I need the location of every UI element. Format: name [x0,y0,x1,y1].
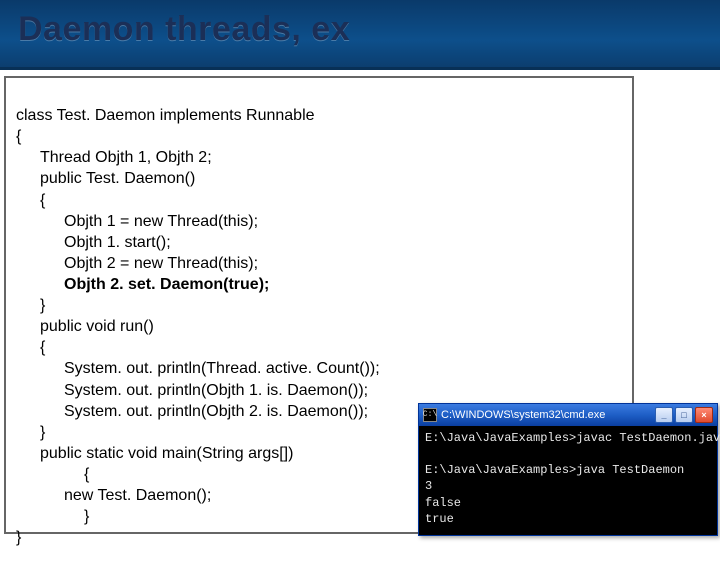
code-line: public Test. Daemon() [16,170,195,187]
maximize-button[interactable]: □ [675,407,693,423]
code-line: new Test. Daemon(); [16,487,211,504]
code-line: class Test. Daemon implements Runnable [16,107,315,124]
code-line: } [16,297,45,314]
code-line: { [16,128,21,145]
code-line: public static void main(String args[]) [16,445,293,462]
terminal-line: E:\Java\JavaExamples>java TestDaemon [425,463,684,477]
terminal-line: 3 [425,479,432,493]
code-line: { [16,466,89,483]
terminal-titlebar[interactable]: C:\ C:\WINDOWS\system32\cmd.exe _ □ × [419,404,717,426]
terminal-body[interactable]: E:\Java\JavaExamples>javac TestDaemon.ja… [419,426,717,535]
code-line: } [16,529,21,546]
code-line: { [16,339,45,356]
code-line: { [16,192,45,209]
window-buttons: _ □ × [655,407,713,423]
cmd-icon: C:\ [423,408,437,422]
terminal-window: C:\ C:\WINDOWS\system32\cmd.exe _ □ × E:… [418,403,718,536]
code-line: public void run() [16,318,154,335]
terminal-line: E:\Java\JavaExamples>javac TestDaemon.ja… [425,431,720,445]
code-line: Objth 1 = new Thread(this); [16,213,258,230]
terminal-title-text: C:\WINDOWS\system32\cmd.exe [441,409,651,421]
code-line: Objth 2 = new Thread(this); [16,255,258,272]
terminal-line: false [425,496,461,510]
code-line: } [16,424,45,441]
close-button[interactable]: × [695,407,713,423]
slide-title: Daemon threads, ex [18,10,702,49]
code-line-highlight: Objth 2. set. Daemon(true); [16,276,269,293]
code-line: System. out. println(Thread. active. Cou… [16,360,380,377]
code-line: System. out. println(Objth 2. is. Daemon… [16,403,368,420]
code-line: } [16,508,89,525]
code-line: System. out. println(Objth 1. is. Daemon… [16,382,368,399]
code-line: Thread Objth 1, Objth 2; [16,149,212,166]
minimize-button[interactable]: _ [655,407,673,423]
code-line: Objth 1. start(); [16,234,171,251]
slide-title-banner: Daemon threads, ex [0,0,720,70]
terminal-line: true [425,512,454,526]
